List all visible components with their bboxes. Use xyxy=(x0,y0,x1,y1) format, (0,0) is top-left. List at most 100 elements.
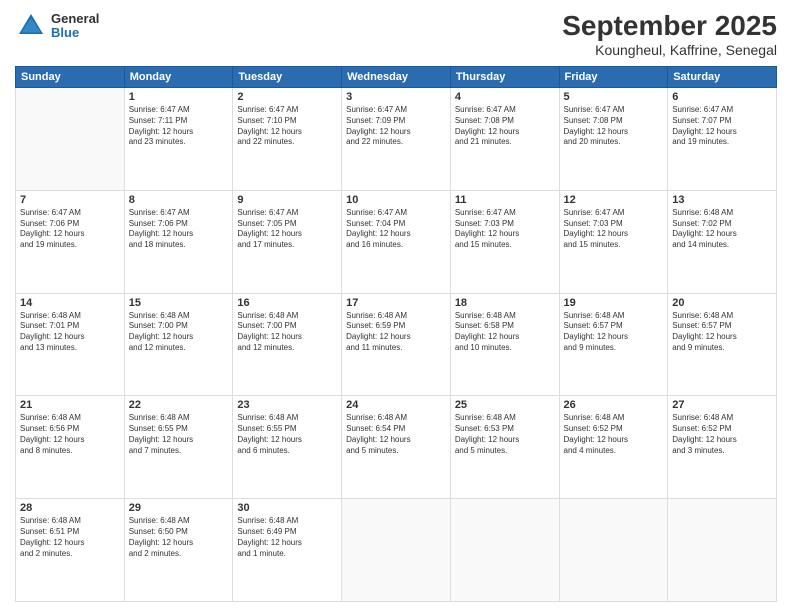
logo-general: General xyxy=(51,12,99,26)
calendar-subtitle: Koungheul, Kaffrine, Senegal xyxy=(562,42,777,58)
day-number: 10 xyxy=(346,194,446,206)
day-info: Sunrise: 6:48 AM Sunset: 6:53 PM Dayligh… xyxy=(455,413,555,456)
day-number: 16 xyxy=(237,297,337,309)
day-cell: 1Sunrise: 6:47 AM Sunset: 7:11 PM Daylig… xyxy=(124,88,233,191)
day-cell: 10Sunrise: 6:47 AM Sunset: 7:04 PM Dayli… xyxy=(342,190,451,293)
day-number: 28 xyxy=(20,502,120,514)
day-cell: 22 Sunrise: 6:48 AM Sunset: 6:55 PM Dayli… xyxy=(124,396,233,499)
day-cell: 29 Sunrise: 6:48 AM Sunset: 6:50 PM Dayli… xyxy=(124,499,233,602)
day-info: Sunrise: 6:47 AM Sunset: 7:09 PM Dayligh… xyxy=(346,105,446,148)
day-cell: 17Sunrise: 6:48 AM Sunset: 6:59 PM Dayli… xyxy=(342,293,451,396)
day-number: 18 xyxy=(455,297,555,309)
day-number: 19 xyxy=(564,297,664,309)
day-info: Sunrise: 6:47 AM Sunset: 7:10 PM Dayligh… xyxy=(237,105,337,148)
header-row: Sunday Monday Tuesday Wednesday Thursday… xyxy=(16,67,777,88)
day-info: Sunrise: 6:48 AM Sunset: 6:55 PM Dayligh… xyxy=(129,413,229,456)
day-cell: 13Sunrise: 6:48 AM Sunset: 7:02 PM Dayli… xyxy=(668,190,777,293)
col-sunday: Sunday xyxy=(16,67,125,88)
header: General Blue September 2025 Koungheul, K… xyxy=(15,10,777,58)
day-cell: 9Sunrise: 6:47 AM Sunset: 7:05 PM Daylig… xyxy=(233,190,342,293)
day-number: 17 xyxy=(346,297,446,309)
logo-icon xyxy=(15,10,47,42)
col-thursday: Thursday xyxy=(450,67,559,88)
day-cell: 2 Sunrise: 6:47 AM Sunset: 7:10 PM Daylig… xyxy=(233,88,342,191)
week-row-4: 28 Sunrise: 6:48 AM Sunset: 6:51 PM Dayli… xyxy=(16,499,777,602)
day-number: 30 xyxy=(237,502,337,514)
day-number: 24 xyxy=(346,399,446,411)
day-info: Sunrise: 6:48 AM Sunset: 6:51 PM Dayligh… xyxy=(20,516,120,559)
day-info: Sunrise: 6:47 AM Sunset: 7:07 PM Dayligh… xyxy=(672,105,772,148)
day-cell: 24 Sunrise: 6:48 AM Sunset: 6:54 PM Dayli… xyxy=(342,396,451,499)
week-row-2: 14Sunrise: 6:48 AM Sunset: 7:01 PM Dayli… xyxy=(16,293,777,396)
day-number: 9 xyxy=(237,194,337,206)
day-info: Sunrise: 6:48 AM Sunset: 6:49 PM Dayligh… xyxy=(237,516,337,559)
calendar-title: September 2025 xyxy=(562,10,777,42)
day-info: Sunrise: 6:48 AM Sunset: 6:54 PM Dayligh… xyxy=(346,413,446,456)
day-number: 23 xyxy=(237,399,337,411)
day-number: 20 xyxy=(672,297,772,309)
day-number: 2 xyxy=(237,91,337,103)
day-cell: 28 Sunrise: 6:48 AM Sunset: 6:51 PM Dayli… xyxy=(16,499,125,602)
col-wednesday: Wednesday xyxy=(342,67,451,88)
day-cell: 12 Sunrise: 6:47 AM Sunset: 7:03 PM Dayli… xyxy=(559,190,668,293)
day-info: Sunrise: 6:48 AM Sunset: 7:01 PM Dayligh… xyxy=(20,311,120,354)
day-cell: 6 Sunrise: 6:47 AM Sunset: 7:07 PM Daylig… xyxy=(668,88,777,191)
day-info: Sunrise: 6:48 AM Sunset: 7:00 PM Dayligh… xyxy=(237,311,337,354)
day-info: Sunrise: 6:48 AM Sunset: 6:55 PM Dayligh… xyxy=(237,413,337,456)
day-cell: 4Sunrise: 6:47 AM Sunset: 7:08 PM Daylig… xyxy=(450,88,559,191)
day-number: 22 xyxy=(129,399,229,411)
day-cell: 14Sunrise: 6:48 AM Sunset: 7:01 PM Dayli… xyxy=(16,293,125,396)
day-number: 8 xyxy=(129,194,229,206)
day-cell: 7 Sunrise: 6:47 AM Sunset: 7:06 PM Daylig… xyxy=(16,190,125,293)
day-cell: 27Sunrise: 6:48 AM Sunset: 6:52 PM Dayli… xyxy=(668,396,777,499)
day-info: Sunrise: 6:48 AM Sunset: 6:56 PM Dayligh… xyxy=(20,413,120,456)
day-info: Sunrise: 6:47 AM Sunset: 7:06 PM Dayligh… xyxy=(129,208,229,251)
day-cell xyxy=(16,88,125,191)
col-friday: Friday xyxy=(559,67,668,88)
day-info: Sunrise: 6:48 AM Sunset: 6:52 PM Dayligh… xyxy=(564,413,664,456)
day-number: 27 xyxy=(672,399,772,411)
day-info: Sunrise: 6:48 AM Sunset: 6:58 PM Dayligh… xyxy=(455,311,555,354)
col-monday: Monday xyxy=(124,67,233,88)
day-cell: 21 Sunrise: 6:48 AM Sunset: 6:56 PM Dayli… xyxy=(16,396,125,499)
day-cell: 11 Sunrise: 6:47 AM Sunset: 7:03 PM Dayli… xyxy=(450,190,559,293)
day-cell: 26 Sunrise: 6:48 AM Sunset: 6:52 PM Dayli… xyxy=(559,396,668,499)
day-cell: 20Sunrise: 6:48 AM Sunset: 6:57 PM Dayli… xyxy=(668,293,777,396)
week-row-3: 21 Sunrise: 6:48 AM Sunset: 6:56 PM Dayli… xyxy=(16,396,777,499)
day-cell: 25 Sunrise: 6:48 AM Sunset: 6:53 PM Dayli… xyxy=(450,396,559,499)
day-cell: 30 Sunrise: 6:48 AM Sunset: 6:49 PM Dayli… xyxy=(233,499,342,602)
day-number: 6 xyxy=(672,91,772,103)
day-number: 25 xyxy=(455,399,555,411)
day-info: Sunrise: 6:47 AM Sunset: 7:03 PM Dayligh… xyxy=(455,208,555,251)
day-number: 21 xyxy=(20,399,120,411)
day-number: 5 xyxy=(564,91,664,103)
day-number: 29 xyxy=(129,502,229,514)
title-block: September 2025 Koungheul, Kaffrine, Sene… xyxy=(562,10,777,58)
week-row-1: 7 Sunrise: 6:47 AM Sunset: 7:06 PM Daylig… xyxy=(16,190,777,293)
page: General Blue September 2025 Koungheul, K… xyxy=(0,0,792,612)
day-cell: 3Sunrise: 6:47 AM Sunset: 7:09 PM Daylig… xyxy=(342,88,451,191)
logo: General Blue xyxy=(15,10,99,42)
day-info: Sunrise: 6:48 AM Sunset: 6:57 PM Dayligh… xyxy=(564,311,664,354)
day-cell: 23 Sunrise: 6:48 AM Sunset: 6:55 PM Dayli… xyxy=(233,396,342,499)
day-number: 7 xyxy=(20,194,120,206)
day-cell xyxy=(559,499,668,602)
day-cell: 5Sunrise: 6:47 AM Sunset: 7:08 PM Daylig… xyxy=(559,88,668,191)
day-cell: 15 Sunrise: 6:48 AM Sunset: 7:00 PM Dayli… xyxy=(124,293,233,396)
day-info: Sunrise: 6:47 AM Sunset: 7:03 PM Dayligh… xyxy=(564,208,664,251)
week-row-0: 1Sunrise: 6:47 AM Sunset: 7:11 PM Daylig… xyxy=(16,88,777,191)
col-tuesday: Tuesday xyxy=(233,67,342,88)
day-number: 26 xyxy=(564,399,664,411)
day-cell: 16 Sunrise: 6:48 AM Sunset: 7:00 PM Dayli… xyxy=(233,293,342,396)
day-number: 12 xyxy=(564,194,664,206)
day-number: 11 xyxy=(455,194,555,206)
day-cell: 8 Sunrise: 6:47 AM Sunset: 7:06 PM Daylig… xyxy=(124,190,233,293)
day-info: Sunrise: 6:48 AM Sunset: 6:50 PM Dayligh… xyxy=(129,516,229,559)
day-info: Sunrise: 6:48 AM Sunset: 7:00 PM Dayligh… xyxy=(129,311,229,354)
day-info: Sunrise: 6:47 AM Sunset: 7:08 PM Dayligh… xyxy=(455,105,555,148)
day-number: 13 xyxy=(672,194,772,206)
day-cell: 19 Sunrise: 6:48 AM Sunset: 6:57 PM Dayli… xyxy=(559,293,668,396)
day-cell xyxy=(450,499,559,602)
day-info: Sunrise: 6:47 AM Sunset: 7:06 PM Dayligh… xyxy=(20,208,120,251)
day-number: 15 xyxy=(129,297,229,309)
